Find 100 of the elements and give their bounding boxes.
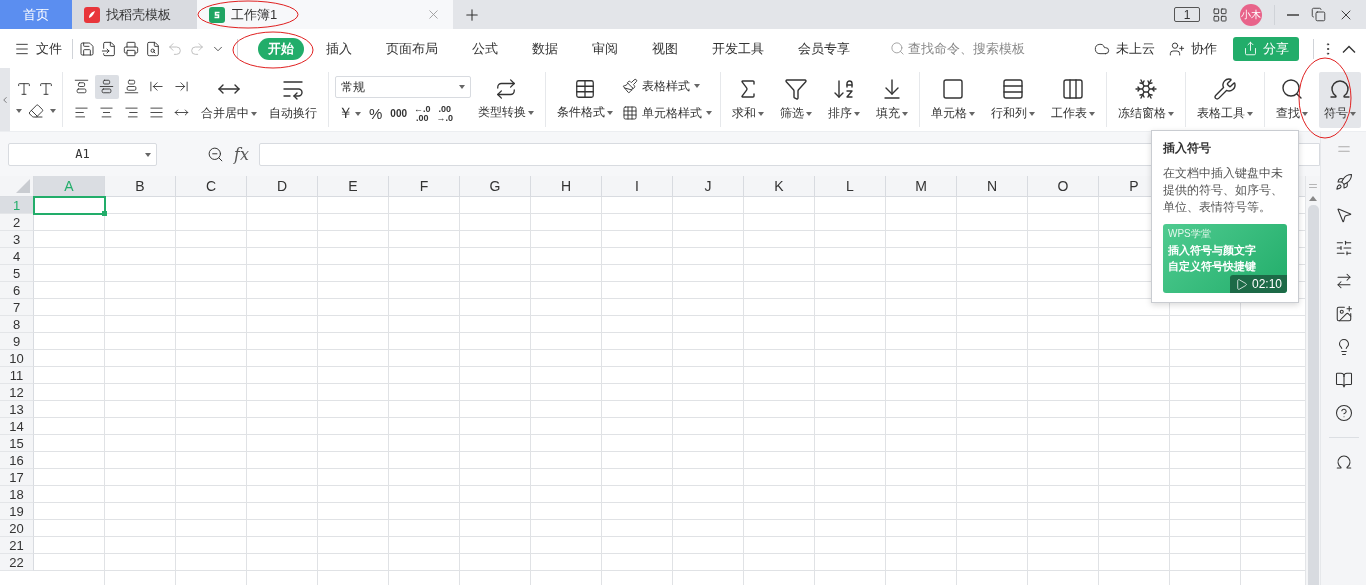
type-convert-button[interactable]: 类型转换 [473,71,539,128]
row-header[interactable]: 18 [0,486,34,503]
row-header[interactable]: 7 [0,299,34,316]
ribbon-tab[interactable]: 公式 [460,37,510,60]
redo-icon [189,40,205,57]
currency-button[interactable]: ￥ [335,104,364,123]
row-header[interactable]: 13 [0,401,34,418]
ribbon-tab[interactable]: 视图 [640,37,690,60]
row-header[interactable]: 14 [0,418,34,435]
caret-icon [528,110,534,115]
caret-icon [706,111,712,115]
ribbon-tab[interactable]: 数据 [520,37,570,60]
ribbon-tab[interactable]: 会员专享 [786,37,862,60]
ribbon-button[interactable]: 行和列 [986,71,1040,128]
table-style-button[interactable]: 表格样式 [620,77,714,95]
row-header[interactable]: 2 [0,214,34,231]
row-header[interactable]: 9 [0,333,34,350]
caret-icon [50,108,56,113]
ribbon-button[interactable]: 求和 [727,71,769,128]
tab[interactable]: 找稻壳模板 [72,0,197,29]
row-header[interactable]: 17 [0,469,34,486]
scroll-up-icon[interactable] [1309,196,1317,201]
table-icon [574,78,596,100]
collaborate-button[interactable]: 协作 [1165,37,1221,60]
justify-icon [149,105,164,120]
caret-icon [694,84,700,88]
number-format-select[interactable]: 常规 [335,76,471,98]
search-icon [1280,77,1304,101]
row-header[interactable]: 15 [0,435,34,452]
thousands-button[interactable]: 000 [387,108,411,119]
row-header[interactable]: 16 [0,452,34,469]
align-middle-button[interactable] [94,74,119,99]
cell-grid[interactable] [34,197,1305,585]
cell-style-icon [622,105,638,121]
cell-style-button[interactable]: 单元格样式 [620,104,714,122]
video-title: 自定义符号快捷键 [1168,259,1256,273]
book-icon [1334,371,1353,389]
row-header[interactable]: 10 [0,350,34,367]
ribbon-tab[interactable]: 页面布局 [374,37,450,60]
search-field[interactable]: 查找命令、搜索模板 [890,39,1025,58]
row-header[interactable]: 12 [0,384,34,401]
row-header[interactable]: 6 [0,282,34,299]
tab[interactable]: 工作簿1 [197,0,453,29]
align-left-icon [74,105,89,120]
sliders-icon [1334,239,1353,257]
decrease-decimal-button[interactable]: .00 →.0 [434,104,456,123]
minimize-icon[interactable] [1287,13,1299,16]
row-header[interactable]: 11 [0,367,34,384]
ribbon-button[interactable]: 工作表 [1046,71,1100,128]
caret-icon [1089,111,1095,116]
cloud-status-button[interactable]: 未上云 [1090,37,1159,60]
table-wrench-icon [1213,77,1237,101]
window-count[interactable]: 1 [1174,7,1200,22]
scrollbar-thumb[interactable] [1307,205,1319,585]
video-title: 插入符号与颜文字 [1168,243,1256,257]
ribbon-button[interactable]: 冻结窗格 [1113,71,1179,128]
play-icon [1234,277,1248,291]
merge-center-button[interactable]: 合并居中 [196,71,262,128]
ribbon-tab[interactable]: 开发工具 [700,37,776,60]
row-header[interactable]: 8 [0,316,34,333]
caret-icon [1350,111,1356,116]
ribbon-button[interactable]: 查找 [1271,71,1313,128]
ribbon-button[interactable]: 单元格 [926,71,980,128]
row-header[interactable]: 3 [0,231,34,248]
ribbon-button[interactable]: 排序 [823,71,865,128]
caret-icon [1247,111,1253,116]
active-cell[interactable] [33,196,106,215]
align-center-icon [99,105,114,120]
row-header[interactable]: 22 [0,554,34,571]
align-right-icon [124,105,139,120]
ribbon-button[interactable]: 符号 [1319,71,1361,128]
row-header[interactable]: 19 [0,503,34,520]
increase-decimal-button[interactable]: ←.0 .00 [412,104,433,123]
outdent-icon [149,79,164,94]
caret-icon [1029,111,1035,116]
percent-button[interactable]: % [366,105,386,122]
name-box[interactable]: A1 [8,142,157,166]
row-header[interactable]: 21 [0,537,34,554]
file-menu[interactable]: 文件 [10,37,66,60]
ribbon-button[interactable]: 筛选 [775,71,817,128]
wrap-text-button[interactable]: 自动换行 [264,71,322,128]
row-header[interactable]: 20 [0,520,34,537]
rocket-icon [1334,173,1353,191]
ribbon-button[interactable]: 表格工具 [1192,71,1258,128]
row-header[interactable]: 5 [0,265,34,282]
ribbon-button[interactable]: 填充 [871,71,913,128]
collapse-icon[interactable] [1342,44,1356,53]
function-label[interactable]: fx [234,144,249,164]
row-header[interactable]: 4 [0,248,34,265]
vertical-scrollbar[interactable] [1305,176,1320,585]
video-duration: 02:10 [1229,275,1287,293]
ribbon-tab[interactable]: 审阅 [580,37,630,60]
video-thumbnail[interactable]: WPS学堂 插入符号与颜文字 自定义符号快捷键 02:10 [1163,224,1287,293]
zoom-out-icon [207,145,224,163]
eraser-icon [28,102,44,119]
chevron-left-icon [0,94,10,105]
conditional-format-button[interactable]: 条件格式 [552,71,618,128]
save-icon [79,40,95,57]
caret-icon [145,152,151,157]
ribbon-tab[interactable]: 插入 [314,37,364,60]
